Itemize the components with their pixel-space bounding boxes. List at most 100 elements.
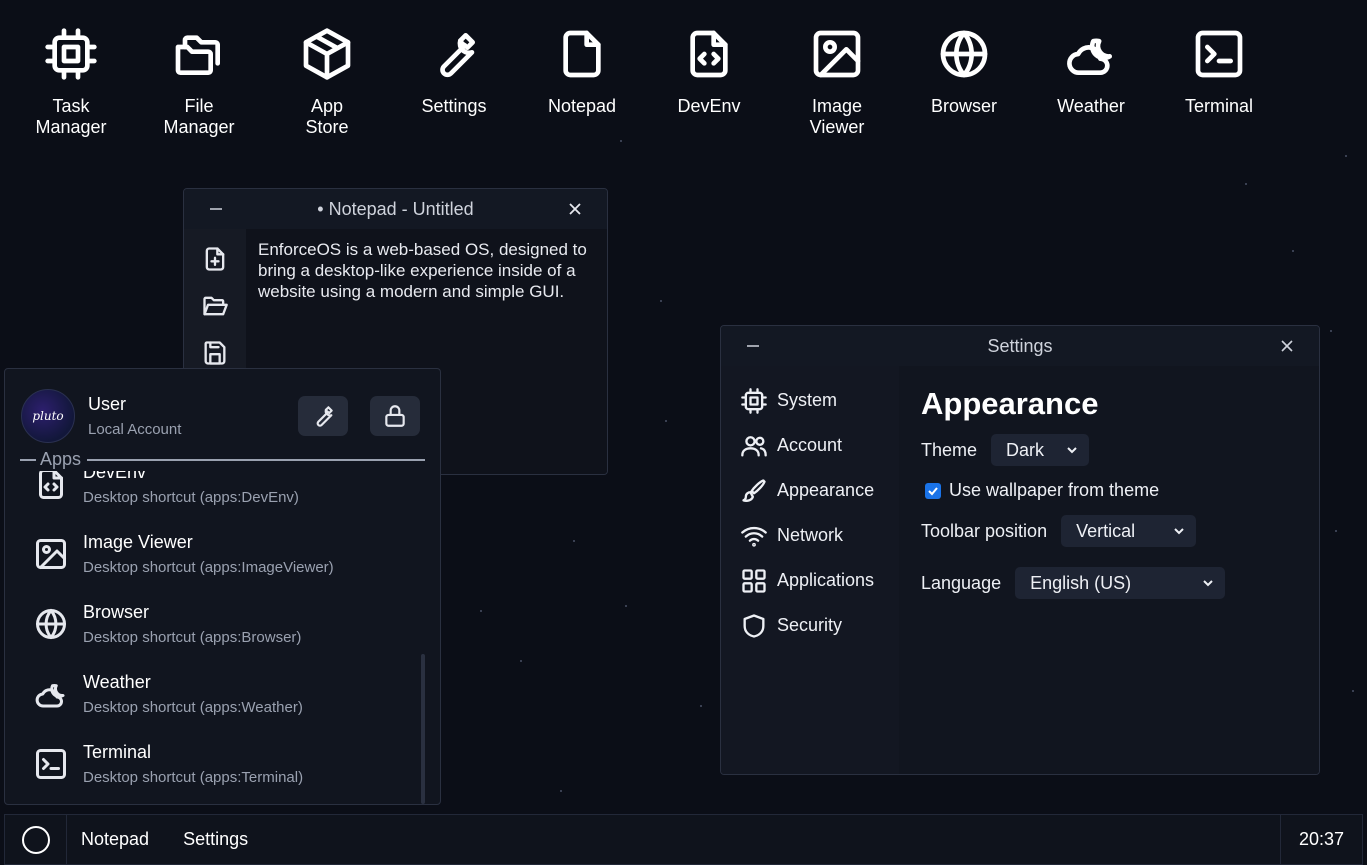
- list-item-desc: Desktop shortcut (apps:Weather): [83, 699, 303, 716]
- chevron-down-icon: [1174, 528, 1184, 535]
- taskbar: Notepad Settings 20:37: [4, 814, 1363, 865]
- globe-icon: [31, 604, 71, 644]
- desktop-icon-devenv[interactable]: DevEnv: [654, 24, 764, 117]
- avatar[interactable]: pluto: [21, 389, 75, 443]
- list-item-devenv[interactable]: DevEnv Desktop shortcut (apps:DevEnv): [5, 471, 440, 519]
- nav-item-network[interactable]: Network: [721, 513, 899, 558]
- code-file-icon: [679, 24, 739, 84]
- desktop-icon-terminal[interactable]: Terminal: [1164, 24, 1274, 117]
- cloud-moon-icon: [31, 674, 71, 714]
- list-item-title: DevEnv: [83, 471, 147, 482]
- apps-section-header: Apps: [5, 449, 440, 470]
- wrench-icon: [316, 406, 333, 427]
- toolbar-position-select[interactable]: Vertical: [1061, 515, 1197, 547]
- language-label: Language: [921, 572, 1002, 593]
- settings-nav: System Account Appearance Network Applic…: [721, 366, 899, 774]
- nav-item-applications[interactable]: Applications: [721, 558, 899, 603]
- taskbar-item-settings[interactable]: Settings: [163, 829, 262, 850]
- nav-item-system[interactable]: System: [721, 378, 899, 423]
- nav-item-label: Applications: [777, 570, 875, 590]
- chevron-down-icon: [1203, 580, 1213, 587]
- chip-icon: [41, 24, 101, 84]
- new-file-icon[interactable]: [199, 243, 231, 275]
- list-item-title: Browser: [83, 602, 150, 622]
- desktop-icon-weather[interactable]: Weather: [1036, 24, 1146, 117]
- image-icon: [31, 534, 71, 574]
- wallpaper-checkbox[interactable]: [925, 482, 941, 499]
- globe-icon: [934, 24, 994, 84]
- notepad-titlebar[interactable]: • Notepad - Untitled: [184, 189, 607, 229]
- check-icon: [928, 486, 938, 495]
- list-item-browser[interactable]: Browser Desktop shortcut (apps:Browser): [5, 589, 440, 659]
- list-item-terminal[interactable]: Terminal Desktop shortcut (apps:Terminal…: [5, 729, 440, 799]
- desktop-icon-label: File Manager: [163, 96, 235, 137]
- nav-item-label: Appearance: [777, 480, 875, 500]
- apps-header-label: Apps: [40, 449, 82, 469]
- taskbar-item-notepad[interactable]: Notepad: [67, 829, 163, 850]
- desktop-icon-label: App Store: [305, 96, 349, 137]
- list-item-title: Terminal: [83, 742, 152, 762]
- toolbar-position-value: Vertical: [1076, 520, 1136, 541]
- settings-titlebar[interactable]: Settings: [721, 326, 1319, 366]
- brush-icon: [739, 476, 769, 506]
- chevron-down-icon: [1067, 447, 1077, 454]
- grid-icon: [739, 566, 769, 596]
- nav-item-label: System: [777, 390, 838, 410]
- desktop-icon-settings[interactable]: Settings: [399, 24, 509, 117]
- desktop-icon-notepad[interactable]: Notepad: [527, 24, 637, 117]
- desktop-icon-label: Browser: [930, 96, 997, 116]
- user-name: User: [88, 394, 127, 414]
- folder-icon: [169, 24, 229, 84]
- desktop-icon-label: Notepad: [547, 96, 617, 116]
- notepad-title: • Notepad - Untitled: [317, 198, 474, 219]
- list-item-weather[interactable]: Weather Desktop shortcut (apps:Weather): [5, 659, 440, 729]
- desktop-icon-browser[interactable]: Browser: [909, 24, 1019, 117]
- terminal-icon: [1189, 24, 1249, 84]
- minimize-button[interactable]: [741, 334, 765, 358]
- desktop-icon-image-viewer[interactable]: Image Viewer: [782, 24, 892, 138]
- minimize-button[interactable]: [204, 197, 228, 221]
- apps-scrollbar[interactable]: [421, 654, 425, 804]
- save-icon[interactable]: [199, 337, 231, 369]
- code-file-icon: [31, 471, 71, 504]
- lock-button[interactable]: [370, 396, 420, 436]
- users-icon: [739, 431, 769, 461]
- page-title: Appearance: [921, 386, 1099, 421]
- desktop-icon-label: Image Viewer: [809, 96, 865, 137]
- desktop-icon-label: Terminal: [1184, 96, 1254, 116]
- toolbar-position-label: Toolbar position: [921, 520, 1048, 541]
- cloud-moon-icon: [1061, 24, 1121, 84]
- chip-icon: [739, 386, 769, 416]
- file-icon: [552, 24, 612, 84]
- terminal-icon: [31, 744, 71, 784]
- list-item-title: Weather: [83, 672, 151, 692]
- start-menu: pluto User Local Account Apps DevEnv Des…: [4, 368, 441, 805]
- settings-window: Settings System Account Appearance Netwo…: [720, 325, 1320, 775]
- shield-icon: [739, 611, 769, 641]
- nav-item-security[interactable]: Security: [721, 603, 899, 648]
- desktop-icon-label: Task Manager: [35, 96, 107, 137]
- start-button[interactable]: [5, 815, 67, 864]
- user-account-type: Local Account: [88, 421, 182, 438]
- desktop-icon-task-manager[interactable]: Task Manager: [16, 24, 126, 138]
- clock: 20:37: [1280, 815, 1362, 864]
- wallpaper-label: Use wallpaper from theme: [949, 480, 1160, 500]
- list-item-title: Image Viewer: [83, 532, 193, 552]
- desktop-icon-file-manager[interactable]: File Manager: [144, 24, 254, 138]
- settings-button[interactable]: [298, 396, 348, 436]
- nav-item-appearance[interactable]: Appearance: [721, 468, 899, 513]
- open-folder-icon[interactable]: [199, 290, 231, 322]
- desktop-icon-label: Weather: [1057, 96, 1125, 116]
- desktop-icon-app-store[interactable]: App Store: [272, 24, 382, 138]
- box-icon: [297, 24, 357, 84]
- theme-select[interactable]: Dark: [991, 434, 1090, 466]
- close-button[interactable]: [563, 197, 587, 221]
- list-item-image-viewer[interactable]: Image Viewer Desktop shortcut (apps:Imag…: [5, 519, 440, 589]
- nav-item-account[interactable]: Account: [721, 423, 899, 468]
- close-button[interactable]: [1275, 334, 1299, 358]
- language-select[interactable]: English (US): [1015, 567, 1226, 599]
- list-item-desc: Desktop shortcut (apps:ImageViewer): [83, 559, 334, 576]
- nav-item-label: Network: [777, 525, 844, 545]
- start-circle-icon: [21, 825, 50, 854]
- theme-value: Dark: [1006, 439, 1045, 460]
